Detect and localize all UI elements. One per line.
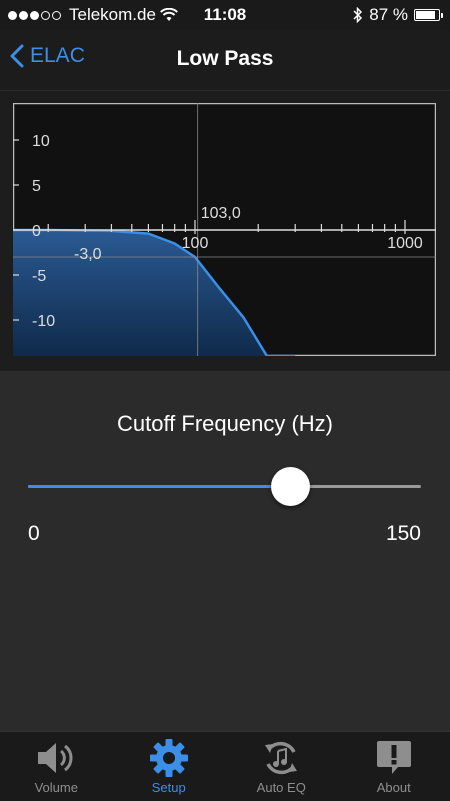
chart-area: 10 5 0 -5 -10 100 1000 103,0 -3,0 xyxy=(0,91,450,371)
y-tick-label: -5 xyxy=(32,268,46,285)
slider-thumb[interactable] xyxy=(271,467,310,506)
tab-auto-eq[interactable]: Auto EQ xyxy=(225,732,338,801)
x-tick-label: 1000 xyxy=(387,235,423,252)
auto-eq-icon xyxy=(259,738,303,778)
y-tick-label: 10 xyxy=(32,133,50,150)
tab-label: About xyxy=(377,780,411,795)
cutoff-frequency-label: Cutoff Frequency (Hz) xyxy=(0,411,450,437)
tab-setup[interactable]: Setup xyxy=(113,732,226,801)
tab-label: Volume xyxy=(35,780,78,795)
slider-track-fill xyxy=(28,485,290,488)
x-tick-label: 100 xyxy=(182,235,209,252)
tab-volume[interactable]: Volume xyxy=(0,732,113,801)
gear-icon xyxy=(147,738,191,778)
bluetooth-icon xyxy=(353,7,363,23)
speaker-icon xyxy=(34,738,78,778)
tab-label: Setup xyxy=(152,780,186,795)
y-tick-label: 0 xyxy=(32,223,41,240)
frequency-response-chart: 10 5 0 -5 -10 100 1000 103,0 -3,0 xyxy=(13,103,436,356)
status-right: 87 % xyxy=(353,5,440,25)
y-tick-label: 5 xyxy=(32,178,41,195)
info-bubble-icon xyxy=(372,738,416,778)
tab-bar: Volume Setup xyxy=(0,731,450,801)
cursor-gain-label: -3,0 xyxy=(74,246,102,263)
status-bar: Telekom.de 11:08 87 % xyxy=(0,0,450,30)
y-tick-label: -10 xyxy=(32,313,55,330)
cutoff-frequency-slider[interactable] xyxy=(28,467,421,507)
navigation-bar: ELAC Low Pass xyxy=(0,30,450,91)
slider-max-label: 150 xyxy=(386,522,421,546)
tab-about[interactable]: About xyxy=(338,732,450,801)
battery-icon xyxy=(414,9,440,21)
tab-label: Auto EQ xyxy=(257,780,306,795)
battery-percent: 87 % xyxy=(369,5,408,25)
cursor-frequency-label: 103,0 xyxy=(201,205,241,222)
slider-min-label: 0 xyxy=(28,522,40,546)
page-title: Low Pass xyxy=(0,47,450,71)
control-panel: Cutoff Frequency (Hz) 0 150 xyxy=(0,371,450,731)
